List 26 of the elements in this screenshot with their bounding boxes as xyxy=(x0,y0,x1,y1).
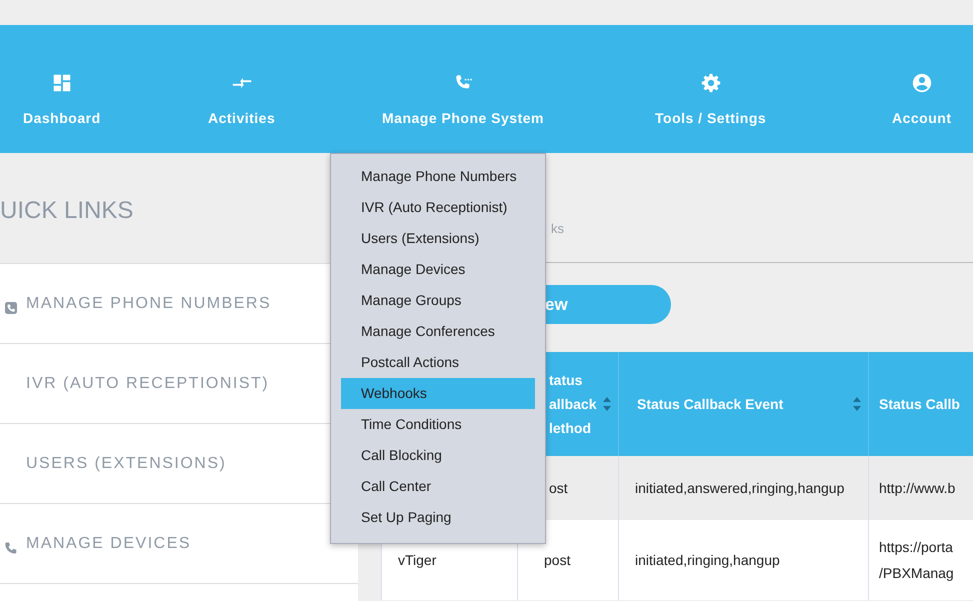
column-header[interactable]: Status Callback Event xyxy=(637,392,846,416)
table-cell: post xyxy=(544,552,570,568)
sort-icon[interactable] xyxy=(852,396,862,412)
breadcrumb-link[interactable]: ks xyxy=(551,218,564,238)
table-cell: vTiger xyxy=(398,552,436,568)
nav-tab[interactable]: Dashboard xyxy=(23,72,101,129)
phone-icon xyxy=(4,541,18,556)
table-cell: initiated,ringing,hangup xyxy=(635,552,780,568)
table-cell: ost xyxy=(549,480,568,496)
table-cell: http://www.b xyxy=(879,480,956,496)
nav-tab[interactable]: Account xyxy=(892,72,952,129)
menu-item[interactable]: Users (Extensions) xyxy=(341,223,535,254)
menu-item[interactable]: IVR (Auto Receptionist) xyxy=(341,192,535,223)
settings-icon xyxy=(700,72,722,94)
section-title: UICK LINKS xyxy=(0,196,134,226)
phone-icon xyxy=(4,301,18,316)
quick-link[interactable]: MANAGE DEVICES xyxy=(0,503,358,583)
nav-tab[interactable]: Tools / Settings xyxy=(655,72,766,129)
sort-icon[interactable] xyxy=(602,396,612,412)
nav-tab[interactable]: Manage Phone System xyxy=(382,72,544,129)
menu-item[interactable]: Webhooks xyxy=(341,378,535,409)
menu-item[interactable]: Manage Phone Numbers xyxy=(341,161,535,192)
table-cell: https://porta /PBXManag xyxy=(879,539,954,581)
account-icon xyxy=(910,72,933,94)
nav-tab[interactable]: Activities xyxy=(208,72,276,129)
table-cell: initiated,answered,ringing,hangup xyxy=(635,480,844,496)
